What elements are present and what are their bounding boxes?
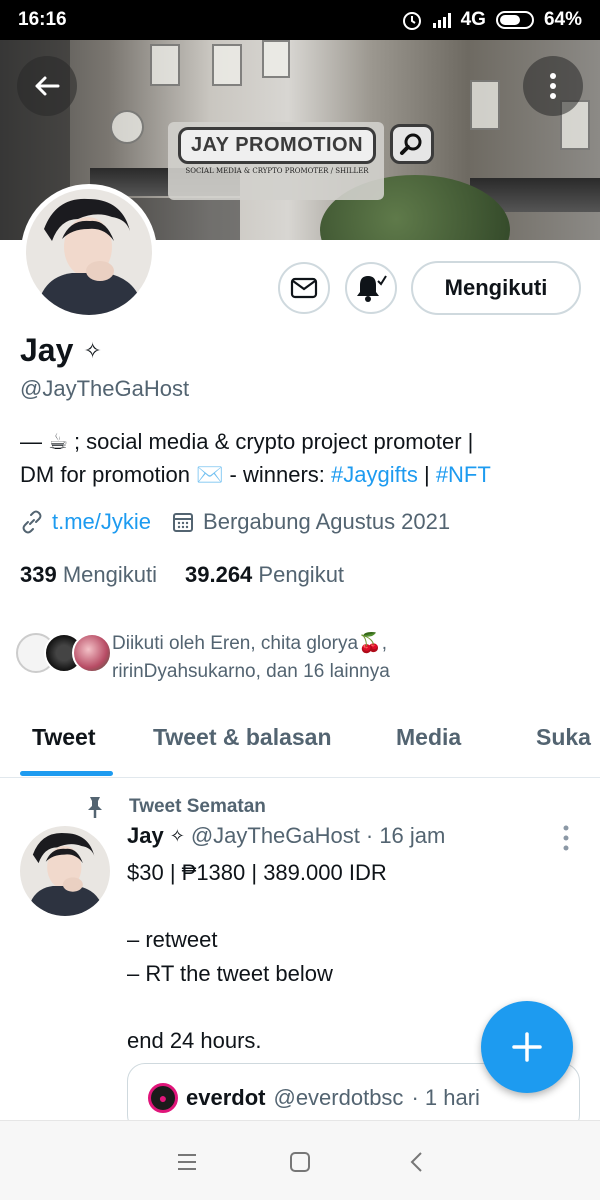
pinned-indicator: Tweet Sematan	[85, 795, 266, 819]
tweet-author-symbol: ✧	[169, 825, 185, 846]
bio-line-2: DM for promotion ✉️ - winners: #Jaygifts…	[20, 458, 590, 491]
back-button[interactable]	[17, 56, 77, 116]
square-icon	[290, 1152, 310, 1172]
alarm-icon	[402, 12, 421, 30]
plus-icon	[512, 1032, 542, 1062]
bio-line-1: — ☕ ; social media & crypto project prom…	[20, 429, 474, 454]
notifications-button[interactable]	[345, 262, 397, 314]
follower-avatar	[72, 633, 112, 673]
profile-avatar[interactable]	[21, 184, 157, 320]
profile-bio: — ☕ ; social media & crypto project prom…	[20, 425, 590, 491]
chevron-left-icon	[410, 1152, 422, 1172]
pinned-label: Tweet Sematan	[129, 796, 266, 817]
hashtag-jaygifts[interactable]: #Jaygifts	[331, 462, 418, 487]
brand-subtitle: SOCIAL MEDIA & CRYPTO PROMOTER / SHILLER	[185, 167, 369, 175]
quoted-author-name: everdot	[186, 1085, 266, 1110]
home-button[interactable]	[285, 1147, 315, 1177]
link-icon	[22, 510, 42, 534]
status-icons: 4G 64%	[401, 9, 582, 31]
menu-icon	[178, 1154, 196, 1170]
tweet-author-handle[interactable]: @JayTheGaHost	[191, 823, 360, 849]
tab-media[interactable]: Media	[396, 724, 461, 751]
everdot-logo-icon: ●	[148, 1083, 178, 1113]
recent-apps-button[interactable]	[172, 1147, 202, 1177]
tab-likes[interactable]: Suka	[536, 724, 591, 751]
calendar-icon	[173, 513, 194, 532]
avatar-photo	[26, 189, 152, 315]
message-button[interactable]	[278, 262, 330, 314]
profile-tabs: Tweet Tweet & balasan Media Suka	[0, 710, 600, 778]
followed-by-line-2: ririnDyahsukarno, dan 16 lainnya	[112, 661, 390, 682]
profile-name: Jay ✧	[20, 332, 102, 369]
battery-level: 64%	[543, 9, 582, 30]
profile-meta: t.me/Jykie Bergabung Agustus 2021	[20, 509, 450, 535]
active-tab-indicator	[20, 771, 113, 776]
followers-label: Pengikut	[258, 562, 345, 587]
battery-icon	[495, 11, 534, 29]
brand-logo: JAY PROMOTION SOCIAL MEDIA & CRYPTO PROM…	[172, 125, 382, 197]
bell-check-icon	[357, 275, 387, 302]
quoted-author-handle: @everdotbsc	[273, 1085, 404, 1110]
following-count: 339	[20, 562, 57, 587]
magnifier-icon	[390, 124, 434, 164]
tweet-more-icon[interactable]	[558, 824, 574, 852]
tab-tweets-replies[interactable]: Tweet & balasan	[153, 724, 332, 751]
cafe-sign	[110, 110, 144, 144]
brand-title: JAY PROMOTION	[177, 127, 377, 164]
follow-stats: 339 Mengikuti 39.264 Pengikut	[20, 562, 344, 588]
tweet-text: $30 | ₱1380 | 389.000 IDR – retweet – RT…	[127, 860, 387, 1053]
tweet-header: Jay ✧ @JayTheGaHost · 16 jam	[127, 823, 445, 849]
following-button[interactable]: Mengikuti	[411, 261, 581, 315]
followed-by[interactable]: Diikuti oleh Eren, chita glorya🍒, ririnD…	[16, 630, 586, 686]
follower-avatars	[16, 630, 112, 676]
back-nav-button[interactable]	[402, 1147, 432, 1177]
avatar-photo	[20, 826, 110, 916]
system-nav-bar	[0, 1120, 600, 1200]
tweet-author-name[interactable]: Jay	[127, 823, 164, 849]
following-stat[interactable]: 339 Mengikuti	[20, 562, 157, 588]
pin-icon	[88, 797, 102, 818]
following-label: Mengikuti	[62, 562, 157, 587]
joined-date: Bergabung Agustus 2021	[203, 509, 451, 534]
more-vertical-icon	[550, 73, 556, 99]
arrow-left-icon	[35, 76, 60, 96]
followers-stat[interactable]: 39.264 Pengikut	[185, 562, 344, 588]
followers-count: 39.264	[185, 562, 253, 587]
tweet-time[interactable]: · 16 jam	[366, 823, 445, 849]
more-options-button[interactable]	[523, 56, 583, 116]
compose-tweet-button[interactable]	[481, 1001, 573, 1093]
status-bar: 16:16 4G 64%	[0, 0, 600, 40]
bio-line-2-text: DM for promotion ✉️ - winners:	[20, 462, 332, 487]
tab-tweet[interactable]: Tweet	[32, 724, 95, 751]
network-type: 4G	[460, 9, 486, 30]
profile-handle: @JayTheGaHost	[20, 376, 190, 401]
bio-separator: |	[417, 462, 436, 487]
signal-icon	[432, 12, 451, 28]
tweet-author-avatar[interactable]	[20, 826, 110, 916]
sparkle-symbol: ✧	[83, 337, 102, 363]
profile-link[interactable]: t.me/Jykie	[52, 509, 151, 535]
profile-name-text: Jay	[20, 332, 74, 368]
followed-by-line-1: Diikuti oleh Eren, chita glorya🍒,	[112, 633, 387, 654]
quoted-time: · 1 hari	[411, 1085, 480, 1110]
status-time: 16:16	[18, 9, 67, 30]
hashtag-nft[interactable]: #NFT	[436, 462, 491, 487]
envelope-icon	[290, 277, 318, 299]
